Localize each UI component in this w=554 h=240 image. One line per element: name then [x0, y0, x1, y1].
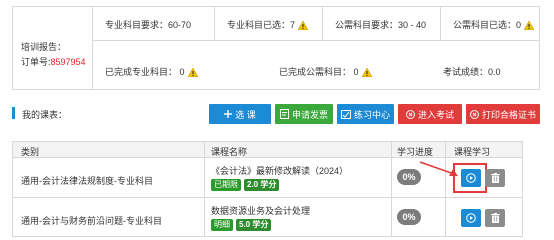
play-button[interactable]: [461, 169, 481, 187]
enter-exam-button[interactable]: 进入考试: [398, 104, 462, 124]
requirements-row: 专业科目要求：60-70 专业科目已选：7 公需科目要求：30 - 40 公需科…: [93, 7, 539, 41]
public-required: 公需科目要求：30 - 40: [323, 7, 441, 41]
practice-icon: [340, 109, 351, 119]
course-tags: 已期限 2.0 学分: [211, 179, 280, 191]
print-icon: [469, 109, 479, 119]
apply-invoice-button[interactable]: 申请发票: [275, 104, 333, 124]
exam-icon: [405, 109, 415, 119]
my-courses-label: 我的课表：: [22, 110, 68, 120]
course-tag: 明细: [211, 219, 233, 231]
header-progress: 学习进度: [397, 147, 434, 157]
header-course-name: 课程名称: [211, 147, 248, 157]
completion-row: 已完成专业科目： 0 已完成公需科目： 0 考试成绩：0.0: [93, 41, 539, 89]
course-category: 通用-会计与财务前沿问题-专业科目: [21, 216, 162, 226]
professional-required: 专业科目要求：60-70: [93, 7, 215, 41]
warning-icon: [187, 68, 198, 77]
delete-button[interactable]: [485, 169, 505, 187]
play-icon: [466, 173, 476, 183]
practice-center-button[interactable]: 练习中心: [337, 104, 394, 124]
course-table: 类别 课程名称 学习进度 课程学习 通用-会计法律法规制度-专业科目 《会计法》…: [12, 141, 523, 237]
header-category: 类别: [21, 147, 40, 157]
print-certificate-button[interactable]: 打印合格证书: [466, 104, 540, 124]
section-marker: [12, 107, 15, 119]
table-row: 通用-会计与财务前沿问题-专业科目 数据资源业务及会计处理 明细 5.0 学分 …: [13, 199, 522, 238]
course-name[interactable]: 《会计法》最新修改解读（2024）: [211, 164, 348, 177]
select-course-button[interactable]: 选 课: [209, 104, 271, 124]
credit-badge: 2.0 学分: [244, 179, 280, 191]
order-number-value: 8597954: [50, 57, 86, 67]
invoice-icon: [279, 109, 289, 119]
public-completed: 已完成公需科目： 0: [279, 65, 372, 78]
public-selected: 公需科目已选：0: [441, 7, 541, 41]
play-button[interactable]: [461, 209, 481, 227]
trash-icon: [490, 173, 500, 183]
credit-badge: 5.0 学分: [236, 219, 272, 231]
course-tag: 已期限: [211, 179, 241, 191]
delete-button[interactable]: [485, 209, 505, 227]
professional-completed: 已完成专业科目： 0: [105, 65, 198, 78]
warning-icon: [361, 68, 372, 77]
trash-icon: [490, 213, 500, 223]
annotation-arrow-icon: [419, 161, 458, 176]
training-report-panel: 培训报告： 订单号:8597954 专业科目要求：60-70 专业科目已选：7 …: [12, 6, 540, 90]
play-icon: [466, 213, 476, 223]
report-title: 培训报告：: [21, 42, 67, 52]
warning-icon: [524, 21, 535, 30]
professional-selected: 专业科目已选：7: [215, 7, 323, 41]
order-number: 订单号:8597954: [21, 57, 86, 67]
plus-icon: [224, 110, 233, 118]
report-header-cell: 培训报告： 订单号:8597954: [13, 7, 93, 89]
course-name[interactable]: 数据资源业务及会计处理: [211, 204, 310, 217]
header-course-study: 课程学习: [454, 147, 491, 157]
course-category: 通用-会计法律法规制度-专业科目: [21, 176, 153, 186]
warning-icon: [298, 21, 309, 30]
course-toolbar: 我的课表： 选 课 申请发票 练习中心 进入考试 打印合格证书: [12, 104, 540, 124]
progress-badge: 0%: [397, 209, 421, 225]
course-tags: 明细 5.0 学分: [211, 219, 272, 231]
exam-score: 考试成绩：0.0: [443, 67, 501, 77]
